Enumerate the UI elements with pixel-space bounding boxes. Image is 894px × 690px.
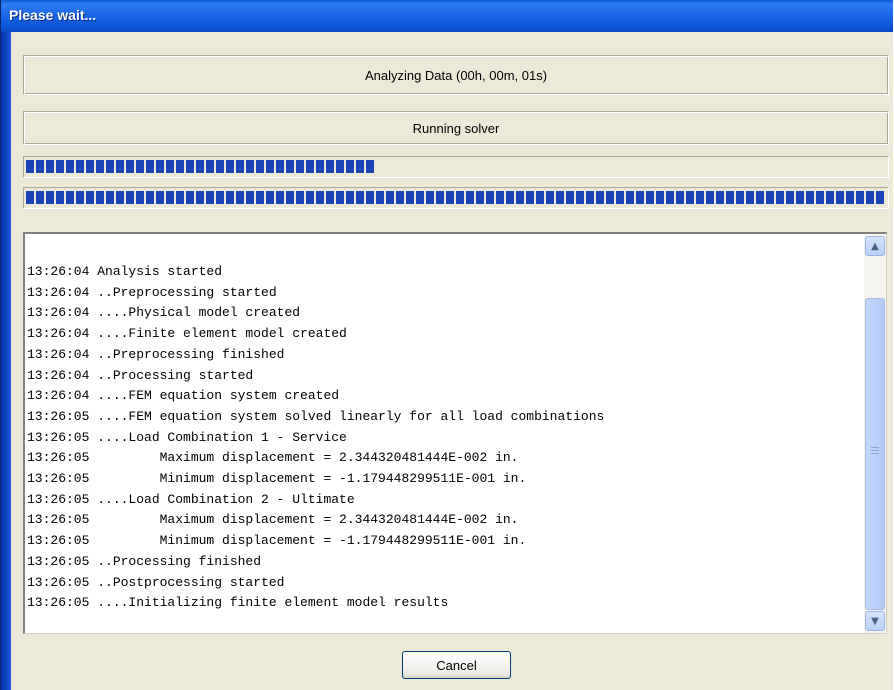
step-status-panel: Running solver bbox=[23, 111, 889, 145]
log-line: 13:26:04 ..Processing started bbox=[27, 367, 254, 383]
analyzing-status-panel: Analyzing Data (00h, 00m, 01s) bbox=[23, 55, 889, 95]
overall-progress-bar bbox=[23, 187, 889, 209]
log-line: 13:26:05 ....FEM equation system solved … bbox=[27, 408, 605, 424]
window-left-border bbox=[1, 32, 11, 690]
chevron-down-icon: ▼ bbox=[871, 615, 879, 627]
chevron-up-icon: ▲ bbox=[871, 240, 879, 252]
cancel-button[interactable]: Cancel bbox=[402, 651, 511, 679]
title-bar[interactable]: Please wait... bbox=[1, 0, 893, 32]
cancel-button-label: Cancel bbox=[436, 657, 477, 673]
log-line: 13:26:05 Minimum displacement = -1.17944… bbox=[27, 471, 527, 487]
task-progress-fill bbox=[26, 160, 376, 173]
log-output[interactable]: 13:26:04 Analysis started 13:26:04 ..Prep… bbox=[23, 232, 887, 634]
log-line: 13:26:04 Analysis started bbox=[27, 264, 223, 279]
log-line: 13:26:05 ....Load Combination 1 - Servic… bbox=[27, 429, 347, 445]
grip-icon bbox=[871, 447, 879, 455]
scroll-thumb[interactable] bbox=[865, 298, 885, 610]
log-line: 13:26:04 ....Physical model created bbox=[27, 305, 301, 321]
log-line: 13:26:05 ..Processing finished bbox=[27, 553, 262, 569]
log-line: 13:26:04 ....Finite element model create… bbox=[27, 326, 347, 342]
scroll-down-button[interactable]: ▼ bbox=[865, 611, 885, 631]
log-line: 13:26:05 ..Postprocessing started bbox=[27, 574, 285, 590]
log-lines: 13:26:04 Analysis started 13:26:04 ..Prep… bbox=[27, 262, 861, 614]
log-line: 13:26:05 Maximum displacement = 2.344320… bbox=[27, 450, 519, 466]
log-line: 13:26:05 Maximum displacement = 2.344320… bbox=[27, 512, 519, 528]
log-line: 13:26:05 ....Initializing finite element… bbox=[27, 595, 449, 611]
please-wait-dialog: Please wait... Analyzing Data (00h, 00m,… bbox=[0, 0, 893, 690]
window-title: Please wait... bbox=[9, 7, 97, 23]
scroll-up-button[interactable]: ▲ bbox=[865, 236, 885, 256]
analyzing-status-text: Analyzing Data (00h, 00m, 01s) bbox=[364, 67, 548, 83]
log-line: 13:26:05 ....Load Combination 2 - Ultima… bbox=[27, 491, 355, 507]
task-progress-bar bbox=[23, 156, 889, 178]
log-scrollbar[interactable]: ▲ ▼ bbox=[864, 234, 886, 633]
step-status-text: Running solver bbox=[412, 120, 500, 136]
log-line: 13:26:04 ....FEM equation system created bbox=[27, 388, 340, 404]
log-line: 13:26:04 ..Preprocessing started bbox=[27, 284, 277, 300]
log-line: 13:26:05 Minimum displacement = -1.17944… bbox=[27, 533, 527, 549]
log-line: 13:26:04 ..Preprocessing finished bbox=[27, 346, 285, 362]
overall-progress-fill bbox=[26, 191, 884, 204]
